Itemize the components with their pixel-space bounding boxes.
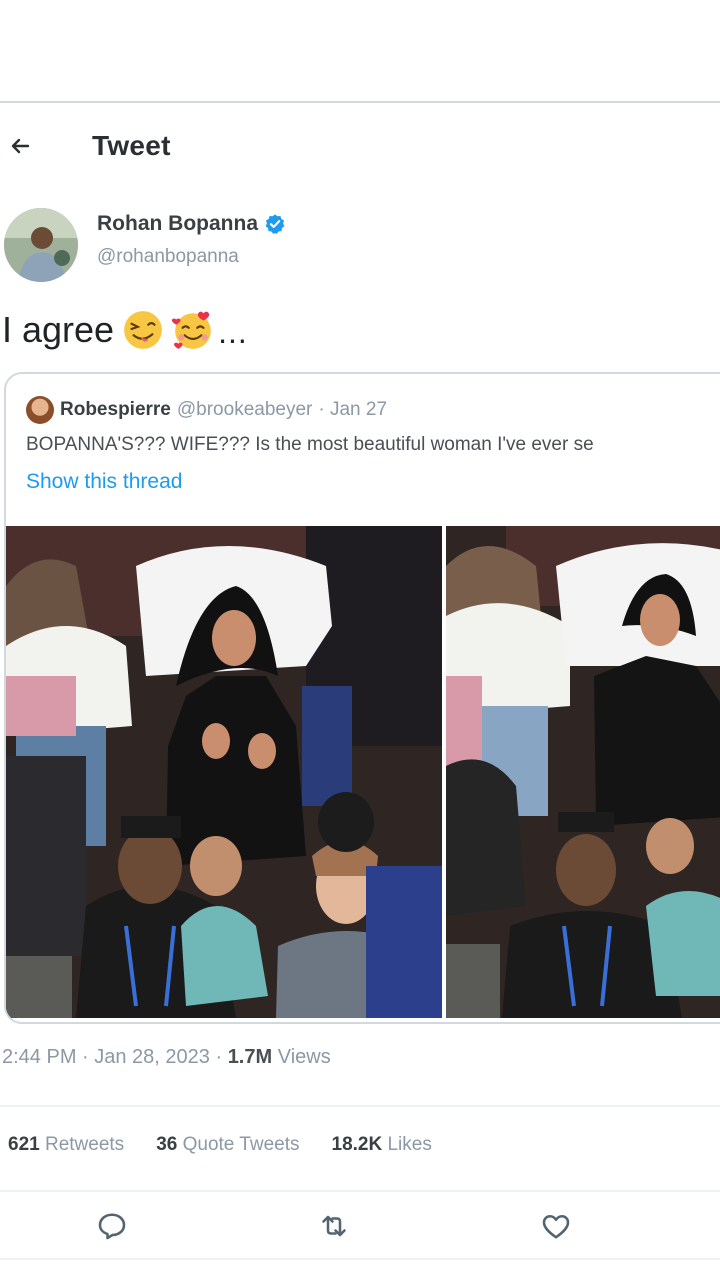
quoted-tweet-text: BOPANNA'S??? WIFE??? Is the most beautif… xyxy=(26,434,594,455)
retweets-stat[interactable]: 621 Retweets xyxy=(8,1134,124,1156)
divider xyxy=(0,1190,720,1192)
quote-tweets-stat[interactable]: 36 Quote Tweets xyxy=(156,1134,299,1156)
winking-face-tongue-emoji xyxy=(124,310,162,349)
retweet-button[interactable] xyxy=(316,1208,352,1244)
author-name-text: Rohan Bopanna xyxy=(97,212,258,235)
tweet-stats: 621 Retweets 36 Quote Tweets 18.2K Likes xyxy=(8,1134,432,1156)
tweet-text-content: I agree xyxy=(2,308,115,350)
header: Tweet xyxy=(0,118,720,178)
quoted-author-name: Robespierre xyxy=(60,399,171,420)
divider xyxy=(0,1258,720,1260)
retweet-icon xyxy=(322,1215,346,1237)
tweet-actions xyxy=(0,1204,720,1248)
quote-tweets-label: Quote Tweets xyxy=(177,1134,300,1155)
tweet-text-suffix: ... xyxy=(218,314,248,350)
retweets-count: 621 xyxy=(8,1134,40,1155)
likes-label: Likes xyxy=(382,1134,432,1155)
quote-tweets-count: 36 xyxy=(156,1134,178,1155)
tweet-timestamp[interactable]: 2:44 PM · Jan 28, 2023 · xyxy=(2,1046,228,1068)
top-divider xyxy=(0,101,720,103)
verified-badge-icon xyxy=(265,214,285,234)
like-button[interactable] xyxy=(538,1208,574,1244)
show-thread-link[interactable]: Show this thread xyxy=(26,470,182,494)
author-handle[interactable]: @rohanbopanna xyxy=(97,246,239,268)
quoted-author-handle: @brookeabeyer xyxy=(176,399,313,420)
smiling-face-with-hearts-emoji xyxy=(172,311,211,349)
page-title: Tweet xyxy=(92,130,171,161)
like-icon xyxy=(542,1214,570,1239)
divider xyxy=(0,1105,720,1107)
tweet-meta: 2:44 PM · Jan 28, 2023 · 1.7M Views xyxy=(2,1046,331,1069)
reply-button[interactable] xyxy=(94,1208,130,1244)
media-photo-1[interactable] xyxy=(6,526,442,1018)
back-button[interactable] xyxy=(4,130,36,162)
reply-icon xyxy=(98,1213,126,1240)
likes-stat[interactable]: 18.2K Likes xyxy=(332,1134,432,1156)
tweet-text: I agree ... xyxy=(2,308,248,351)
quoted-tweet-card[interactable]: Robespierre @brookeabeyer · Jan 27 BOPAN… xyxy=(4,372,720,1024)
quoted-tweet-media xyxy=(6,526,720,1018)
tweet-page: Tweet Rohan Bopanna @rohanbopanna I agre… xyxy=(0,0,720,1280)
author-avatar[interactable] xyxy=(4,208,78,282)
quoted-tweet-header: Robespierre @brookeabeyer · Jan 27 xyxy=(26,396,387,424)
quoted-tweet-date: · Jan 27 xyxy=(318,399,388,420)
retweets-label: Retweets xyxy=(39,1134,125,1155)
views-count: 1.7M xyxy=(227,1046,273,1068)
author-name[interactable]: Rohan Bopanna xyxy=(97,212,286,236)
likes-count: 18.2K xyxy=(331,1134,383,1155)
media-photo-2[interactable] xyxy=(446,526,720,1018)
quoted-author-avatar xyxy=(26,396,54,424)
back-arrow-icon xyxy=(11,138,30,154)
views-label: Views xyxy=(272,1046,331,1068)
